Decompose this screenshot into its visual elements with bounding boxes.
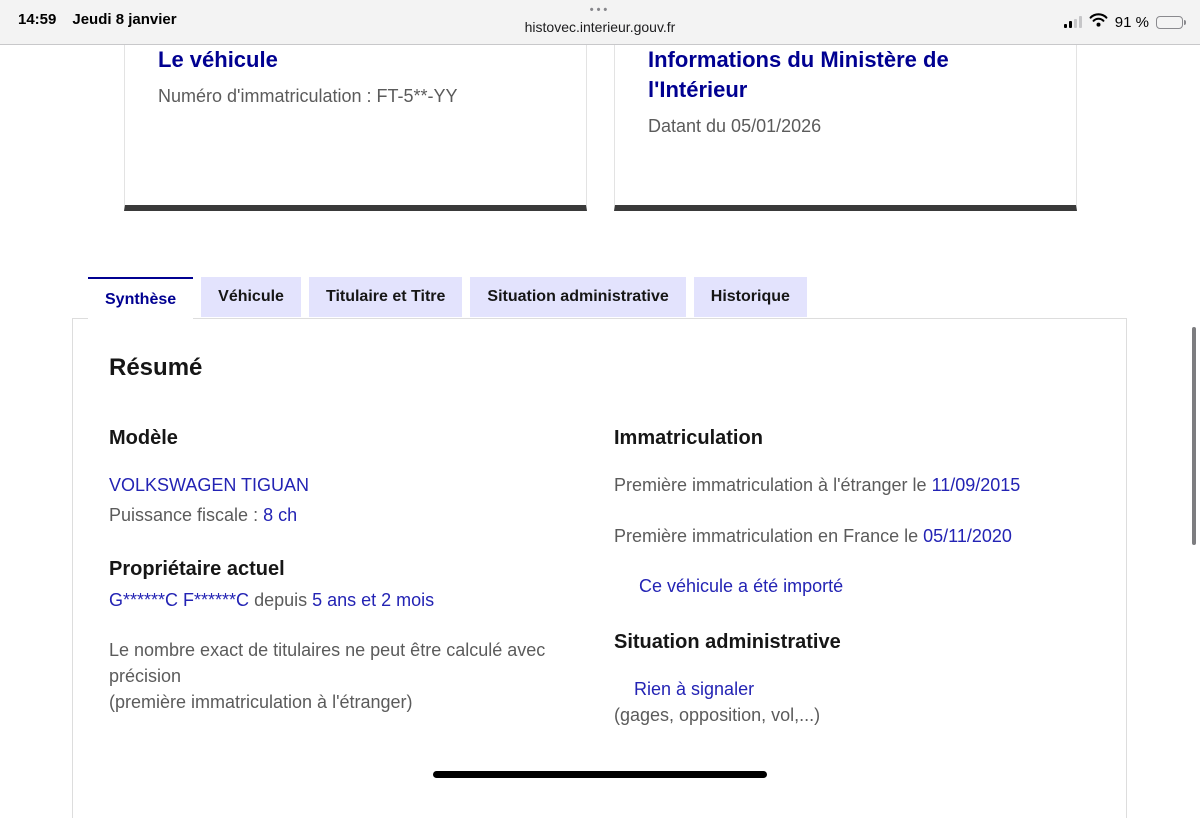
vehicle-card: Le véhicule Numéro d'immatriculation : F… <box>124 44 587 211</box>
report-date-text: Datant du 05/01/2026 <box>648 116 822 136</box>
status-bar: 14:59 Jeudi 8 janvier ••• histovec.inter… <box>0 0 1200 45</box>
owner-heading: Propriétaire actuel <box>109 558 285 580</box>
owner-since-label: depuis <box>249 590 313 610</box>
tab-vehicule[interactable]: Véhicule <box>201 277 301 317</box>
fiscal-power-value: 8 ch <box>263 505 298 525</box>
browser-menu-dots-icon[interactable]: ••• <box>0 5 1200 16</box>
first-france-label: Première immatriculation en France le <box>614 526 924 546</box>
owner-line: G******C F******C depuis 5 ans et 2 mois <box>109 587 614 613</box>
owner-since-value: 5 ans et 2 mois <box>312 590 435 610</box>
registration-number-text: Numéro d'immatriculation : FT-5**-YY <box>158 86 458 106</box>
summary-right-column: Immatriculation Première immatriculation… <box>614 426 1090 728</box>
ministry-card-title: Informations du Ministère de l'Intérieur <box>648 47 949 102</box>
panel-title: Résumé <box>109 354 203 381</box>
battery-percent-label: 91 % <box>1114 13 1149 31</box>
ministry-card: Informations du Ministère de l'Intérieur… <box>614 44 1077 211</box>
scrollbar-thumb[interactable] <box>1192 327 1196 545</box>
fiscal-power-line: Puissance fiscale : 8 ch <box>109 502 614 528</box>
owner-name: G******C F******C <box>109 590 250 610</box>
registration-heading: Immatriculation <box>614 427 763 449</box>
address-bar[interactable]: histovec.interieur.gouv.fr <box>0 19 1200 35</box>
admin-status-block: Rien à signaler (gages, opposition, vol,… <box>614 676 1090 728</box>
admin-status-heading: Situation administrative <box>614 631 841 653</box>
tab-situation-administrative[interactable]: Situation administrative <box>470 277 686 317</box>
tab-bar: Synthèse Véhicule Titulaire et Titre Sit… <box>88 277 807 320</box>
first-foreign-date: 11/09/2015 <box>931 475 1021 495</box>
first-france-registration-line: Première immatriculation en France le 05… <box>614 523 1090 549</box>
home-indicator[interactable] <box>433 771 767 778</box>
fiscal-power-label: Puissance fiscale : <box>109 505 264 525</box>
tab-historique[interactable]: Historique <box>693 277 807 317</box>
wifi-icon <box>1089 12 1108 32</box>
model-name: VOLKSWAGEN TIGUAN <box>109 475 310 495</box>
first-foreign-registration-line: Première immatriculation à l'étranger le… <box>614 472 1090 498</box>
tab-synthese[interactable]: Synthèse <box>88 277 194 320</box>
tab-titulaire-et-titre[interactable]: Titulaire et Titre <box>308 277 463 317</box>
first-foreign-label: Première immatriculation à l'étranger le <box>614 475 932 495</box>
owner-note-line2: (première immatriculation à l'étranger) <box>109 692 413 712</box>
owner-note-line1: Le nombre exact de titulaires ne peut êt… <box>109 640 546 686</box>
battery-icon <box>1156 15 1186 29</box>
model-heading: Modèle <box>109 427 178 449</box>
vehicle-card-title: Le véhicule <box>158 47 278 72</box>
synthese-panel: Résumé Modèle VOLKSWAGEN TIGUAN Puissanc… <box>72 318 1127 818</box>
first-france-date: 05/11/2020 <box>923 526 1012 546</box>
admin-status-note: (gages, opposition, vol,...) <box>614 705 821 725</box>
admin-status-text: Rien à signaler <box>634 679 755 699</box>
imported-note: Ce véhicule a été importé <box>639 576 844 596</box>
summary-left-column: Modèle VOLKSWAGEN TIGUAN Puissance fisca… <box>109 426 614 728</box>
owner-note: Le nombre exact de titulaires ne peut êt… <box>109 637 579 715</box>
cellular-signal-icon <box>1063 16 1082 28</box>
